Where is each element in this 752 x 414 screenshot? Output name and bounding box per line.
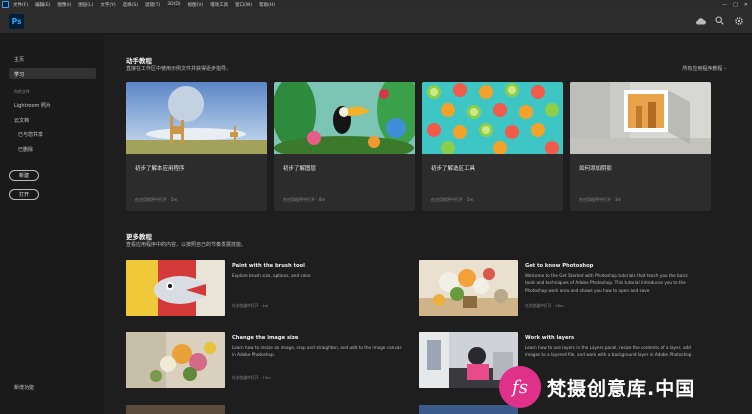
maximize-icon[interactable]: □ bbox=[733, 2, 738, 8]
menu-edit[interactable]: 编辑(E) bbox=[35, 2, 50, 8]
card-meta: 在应用程序中打开 · 5m bbox=[431, 197, 474, 202]
menu-file[interactable]: 文件(F) bbox=[13, 2, 28, 8]
main-content: 动手教程 直接在工作区中使用示例文件并获得逐步指导。 所有应用程序教程 › 初步… bbox=[104, 35, 752, 414]
tutorial-thumbnail-flowers bbox=[419, 260, 518, 316]
ps-app-icon bbox=[2, 1, 9, 8]
card-meta: 在应用程序中打开 · 3m bbox=[579, 197, 622, 202]
tutorial-title: Paint with the brush tool bbox=[232, 263, 305, 269]
top-bar: Ps bbox=[0, 9, 752, 34]
card-title: 初步了解本应用程序 bbox=[135, 166, 185, 172]
tutorial-title: Get to know Photoshop bbox=[525, 263, 594, 269]
tutorial-thumbnail-bouquet bbox=[126, 332, 225, 388]
tutorial-card[interactable]: 初步了解选区工具 在应用程序中打开 · 5m bbox=[422, 82, 563, 211]
watermark-logo: fs bbox=[499, 366, 541, 408]
settings-icon[interactable] bbox=[733, 15, 744, 26]
tutorial-meta: 在浏览器中打开 · 28m bbox=[525, 303, 564, 308]
menu-window[interactable]: 窗口(W) bbox=[235, 2, 252, 8]
menu-select[interactable]: 选择(S) bbox=[123, 2, 138, 8]
tutorial-description: Learn how to resize an image, crop and s… bbox=[232, 345, 402, 358]
card-thumbnail-fruit bbox=[422, 82, 563, 154]
menu-view[interactable]: 视图(V) bbox=[188, 2, 204, 8]
card-meta: 在应用程序中打开 · 5m bbox=[135, 197, 178, 202]
tutorial-description: Explore brush size, options, and color. bbox=[232, 273, 312, 278]
top-icons bbox=[695, 15, 744, 26]
sidebar: 主页 学习 你的文件 Lightroom 照片 云文档 已与您共享 已删除 新建… bbox=[0, 35, 104, 414]
menu-3d[interactable]: 3D(D) bbox=[167, 2, 180, 7]
search-icon[interactable] bbox=[714, 15, 725, 26]
tutorial-card[interactable]: 如何添加阴影 在应用程序中打开 · 3m bbox=[570, 82, 711, 211]
next-thumbnail-partial bbox=[126, 405, 225, 414]
card-thumbnail-giraffes bbox=[126, 82, 267, 154]
chevron-right-icon: › bbox=[724, 66, 726, 72]
view-all-label[interactable]: 所有应用程序教程 bbox=[682, 66, 722, 72]
list-item[interactable]: Change the image size Learn how to resiz… bbox=[126, 332, 416, 390]
sidebar-item-home[interactable]: 主页 bbox=[14, 56, 24, 63]
list-item[interactable]: Paint with the brush tool Explore brush … bbox=[126, 260, 416, 318]
tutorial-meta: 在浏览器中打开 · 4m bbox=[232, 303, 269, 308]
cloud-icon[interactable] bbox=[695, 15, 706, 26]
more-tutorials-subtitle: 查看应用程序中的内容，以按照自己的节奏发展技能。 bbox=[126, 242, 247, 248]
photoshop-logo: Ps bbox=[9, 14, 24, 29]
sidebar-heading-your-files: 你的文件 bbox=[14, 89, 30, 94]
more-tutorials-title: 更多教程 bbox=[126, 233, 152, 241]
sidebar-item-learn[interactable]: 学习 bbox=[14, 71, 24, 78]
sidebar-item-whats-new[interactable]: 新增功能 bbox=[14, 384, 34, 391]
menu-bar: 文件(F) 编辑(E) 图像(I) 图层(L) 文字(Y) 选择(S) 滤镜(T… bbox=[0, 0, 752, 9]
card-title: 初步了解图层 bbox=[283, 166, 317, 172]
tutorial-thumbnail-brush bbox=[126, 260, 225, 316]
card-title: 初步了解选区工具 bbox=[431, 166, 476, 172]
tutorial-title: Change the image size bbox=[232, 335, 299, 341]
card-title: 如何添加阴影 bbox=[579, 166, 613, 172]
watermark-text: 梵摄创意库.中国 bbox=[547, 378, 696, 400]
sidebar-item-cloud-docs[interactable]: 云文档 bbox=[14, 117, 29, 124]
view-all-link[interactable]: 所有应用程序教程 › bbox=[682, 65, 726, 72]
menu-type[interactable]: 文字(Y) bbox=[100, 2, 115, 8]
sidebar-item-lightroom[interactable]: Lightroom 照片 bbox=[14, 102, 51, 109]
watermark: fs 梵摄创意库.中国 bbox=[487, 362, 752, 414]
open-button[interactable]: 打开 bbox=[9, 189, 39, 200]
sidebar-item-deleted[interactable]: 已删除 bbox=[18, 146, 33, 153]
menu-plugins[interactable]: 增效工具 bbox=[210, 2, 228, 8]
menu-help[interactable]: 帮助(H) bbox=[259, 2, 275, 8]
menu-layer[interactable]: 图层(L) bbox=[78, 2, 93, 8]
close-icon[interactable]: ✕ bbox=[744, 2, 748, 8]
sidebar-item-shared[interactable]: 已与您共享 bbox=[18, 131, 43, 138]
window-controls: — □ ✕ bbox=[722, 0, 748, 9]
menu-image[interactable]: 图像(I) bbox=[57, 2, 71, 8]
tutorial-card[interactable]: 初步了解图层 在应用程序中打开 · 8m bbox=[274, 82, 415, 211]
hands-on-title: 动手教程 bbox=[126, 57, 152, 65]
list-item[interactable]: Get to know Photoshop Welcome to the Get… bbox=[419, 260, 709, 318]
tutorial-title: Work with layers bbox=[525, 335, 575, 341]
card-thumbnail-shadow bbox=[570, 82, 711, 154]
card-meta: 在应用程序中打开 · 8m bbox=[283, 197, 326, 202]
tutorial-description: Welcome to the Get Started with Photosho… bbox=[525, 273, 688, 293]
tutorial-card[interactable]: 初步了解本应用程序 在应用程序中打开 · 5m bbox=[126, 82, 267, 211]
new-button[interactable]: 新建 bbox=[9, 170, 39, 181]
menu-filter[interactable]: 滤镜(T) bbox=[145, 2, 160, 8]
hands-on-subtitle: 直接在工作区中使用示例文件并获得逐步指导。 bbox=[126, 66, 232, 72]
minimize-icon[interactable]: — bbox=[722, 2, 727, 8]
tutorial-meta: 在浏览器中打开 · 13m bbox=[232, 375, 271, 380]
tutorial-description: Learn how to use layers in the Layers pa… bbox=[525, 345, 693, 358]
card-thumbnail-toucan bbox=[274, 82, 415, 154]
